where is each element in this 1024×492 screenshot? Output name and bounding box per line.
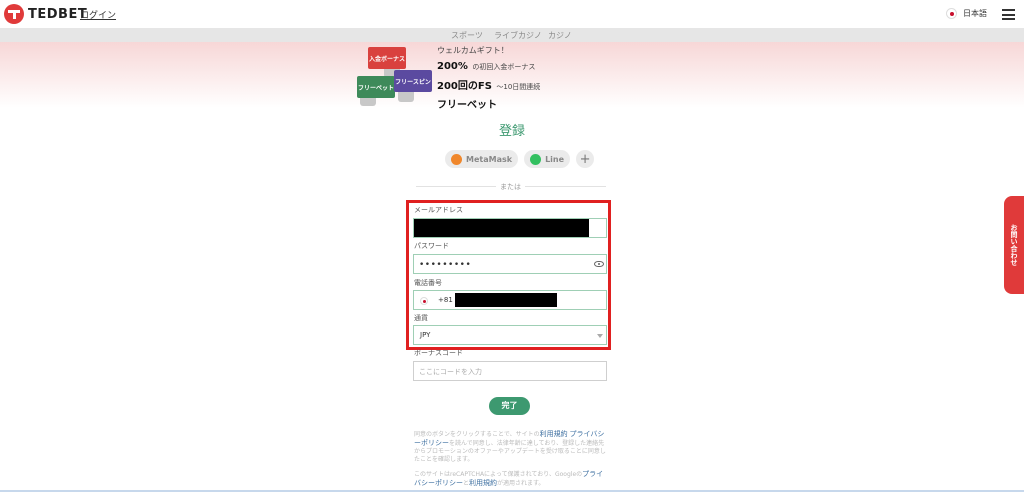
promo-deposit: 200% の初回入金ボーナス: [437, 61, 540, 72]
tab-sports[interactable]: スポーツ: [451, 30, 483, 42]
page: TEDBET ログイン 日本語 スポーツ ライブカジノ カジノ 入金ボーナス フ…: [0, 0, 1024, 492]
brand-logo[interactable]: TEDBET: [4, 4, 87, 24]
language-selector[interactable]: 日本語: [946, 8, 987, 19]
top-header: TEDBET ログイン 日本語: [0, 0, 1024, 28]
google-terms-link[interactable]: 利用規約: [469, 479, 497, 487]
promo-freebet: フリーベット: [437, 100, 497, 111]
promo-text: ウェルカムギフト！ 200% の初回入金ボーナス 200回のFS ～10日間連続…: [437, 45, 540, 111]
recaptcha-text: このサイトはreCAPTCHAによって保護されており、Googleのプライバシー…: [414, 470, 608, 488]
metamask-label: MetaMask: [466, 154, 513, 164]
promo-freespins: 200回のFS ～10日間連続: [437, 77, 540, 92]
category-tabs: スポーツ ライブカジノ カジノ: [0, 28, 1024, 44]
tab-live-casino[interactable]: ライブカジノ: [494, 30, 542, 42]
social-login-row: MetaMask Line +: [445, 150, 595, 168]
highlight-box: [406, 200, 611, 350]
logo-icon: [4, 4, 24, 24]
recaptcha-text-part: このサイトはreCAPTCHAによって保護されており、Googleの: [414, 471, 583, 478]
line-label: Line: [545, 154, 565, 164]
terms-text: 同意のボタンをクリックすることで、サイトの利用規約 プライバシーポリシーを読んで…: [414, 430, 608, 464]
line-button[interactable]: Line: [524, 150, 571, 168]
recaptcha-text-part: が適用されます。: [497, 480, 545, 487]
contact-tab[interactable]: お問い合わせ: [1004, 196, 1024, 294]
promo-deposit-percent: 200%: [437, 61, 468, 72]
promo-freespins-count: 200回のFS: [437, 81, 492, 92]
menu-icon[interactable]: [1002, 9, 1015, 20]
submit-button[interactable]: 完了: [489, 397, 530, 415]
promo-freespins-text: ～10日間連続: [496, 83, 541, 91]
japan-flag-icon: [946, 8, 957, 19]
bonus-code-placeholder: ここにコードを入力: [419, 368, 482, 376]
deposit-bonus-badge: 入金ボーナス: [368, 47, 406, 69]
terms-text-part: 同意のボタンをクリックすることで、サイトの: [414, 431, 540, 438]
freespin-badge: フリースピン: [394, 70, 432, 92]
register-title: 登録: [498, 124, 525, 139]
metamask-fox-icon: [451, 153, 462, 165]
promo-welcome: ウェルカムギフト！: [437, 46, 509, 55]
terms-link[interactable]: 利用規約: [540, 430, 568, 438]
brand-name: TEDBET: [28, 6, 88, 22]
freebet-badge: フリーベット: [357, 76, 395, 98]
bonus-code-input[interactable]: ここにコードを入力: [413, 361, 607, 381]
metamask-button[interactable]: MetaMask: [445, 150, 519, 168]
more-social-button[interactable]: +: [576, 150, 595, 168]
bonus-code-label: ボーナスコード: [414, 349, 463, 357]
language-label: 日本語: [963, 9, 987, 18]
promo-deposit-text: の初回入金ボーナス: [472, 63, 536, 71]
line-chat-icon: [530, 153, 542, 165]
divider-or: または: [496, 182, 525, 192]
login-link[interactable]: ログイン: [80, 8, 116, 21]
